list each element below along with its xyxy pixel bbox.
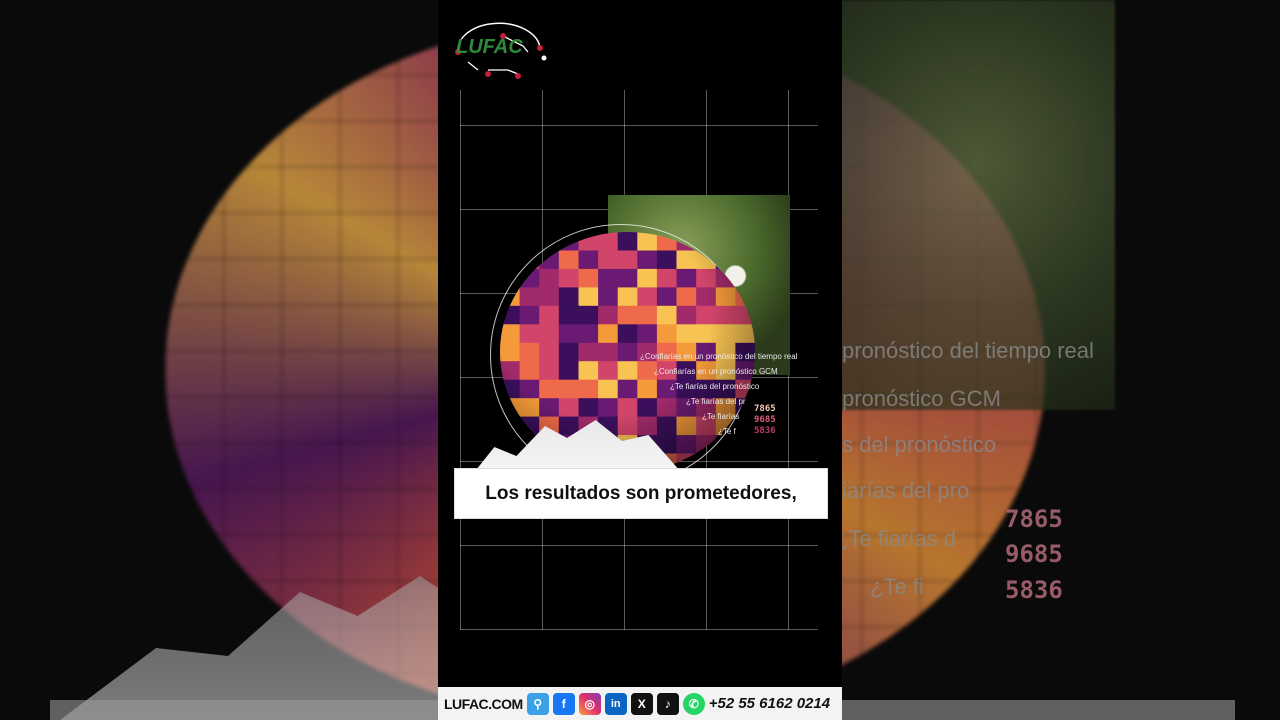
facebook-icon[interactable]: f [552,692,575,715]
overlay-text-line: ¿Confiarías en un pronóstico del tiempo … [640,352,798,361]
background-text-line: s del pronóstico [842,432,997,457]
background-text-line: pronóstico GCM [842,386,1001,411]
phone-number[interactable]: +52 55 6162 0214 [709,695,830,712]
background-text-line: ¿Te fiarías d [835,526,957,551]
overlay-text-line: ¿Te fiarías del pr [686,397,746,406]
x-icon[interactable]: X [630,692,653,715]
logo-text: LUFAC [456,36,523,58]
whatsapp-icon[interactable]: ✆ [682,692,705,715]
overlay-number: 5836 [754,426,776,436]
overlay-numbers: 7865 9685 5836 [754,404,776,437]
tiktok-icon[interactable]: ♪ [656,692,679,715]
overlay-number: 9685 [754,415,776,425]
background-text-line: iarías del pro [842,478,970,503]
background-number: 9685 [1005,540,1063,568]
social-footer-bar: LUFAC.COM ⚲ f ◎ in X ♪ ✆ +52 55 6162 021… [438,687,842,720]
search-icon[interactable]: ⚲ [526,692,549,715]
background-number: 7865 [1005,505,1063,533]
website-link[interactable]: LUFAC.COM [444,696,523,712]
overlay-number: 7865 [754,404,776,414]
overlay-text-line: ¿Te fiarías del pronóstico [670,382,760,391]
instagram-icon[interactable]: ◎ [578,692,601,715]
background-text-line: ¿Te fi [870,574,924,599]
overlay-text-line: ¿Confiarías en un pronóstico GCM [654,367,778,376]
video-panel[interactable]: LUFAC ¿Confiarías en un pronóstico del t… [438,0,842,720]
lufac-logo: LUFAC [448,18,548,80]
caption-text: Los resultados son prometedores, [485,482,797,504]
subtitle-caption: Los resultados son prometedores, [454,468,828,519]
background-number: 5836 [1005,576,1063,604]
background-text-line: pronóstico del tiempo real [842,338,1094,363]
overlay-text-line: ¿Te fiarías [702,412,740,421]
linkedin-icon[interactable]: in [604,692,627,715]
overlay-text-line: ¿Te f [718,427,736,436]
